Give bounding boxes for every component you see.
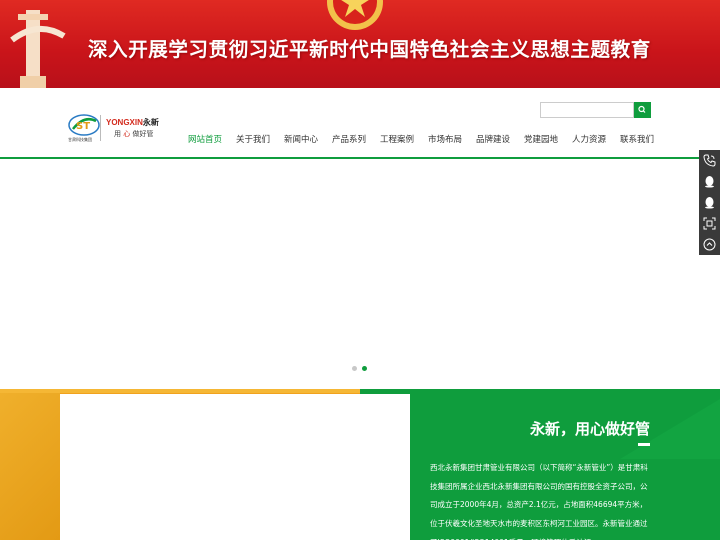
about-image-panel bbox=[60, 394, 410, 540]
about-title: 永新，用心做好管 bbox=[529, 420, 650, 438]
logo-group-name: 甘肃科技集团 bbox=[68, 137, 92, 142]
logo-tagline-heart: 心 bbox=[123, 130, 131, 138]
national-emblem-image bbox=[327, 0, 383, 30]
logo-divider bbox=[100, 115, 101, 141]
search-box bbox=[540, 102, 651, 118]
huabiao-pillar-image bbox=[10, 10, 66, 88]
logo-brand: YONGXIN永新 bbox=[106, 117, 159, 128]
logo-brand-en: YONGXIN bbox=[106, 118, 143, 127]
logo-tagline-post: 做好管 bbox=[132, 130, 154, 138]
svg-text:ST: ST bbox=[76, 121, 90, 132]
slider-dot[interactable] bbox=[362, 366, 367, 371]
search-button[interactable] bbox=[634, 102, 651, 118]
logo-mark-icon: ST bbox=[68, 114, 100, 136]
toolbar-phone-button[interactable] bbox=[699, 150, 720, 171]
logo-brand-cn: 永新 bbox=[142, 118, 159, 127]
top-banner: 深入开展学习贯彻习近平新时代中国特色社会主义思想主题教育 bbox=[0, 0, 720, 88]
logo-tagline: 用 心 做好管 bbox=[114, 129, 153, 139]
toolbar-qq-button-1[interactable] bbox=[699, 171, 720, 192]
logo-tagline-pre: 用 bbox=[114, 130, 121, 138]
phone-icon bbox=[703, 154, 716, 167]
nav-item-market[interactable]: 市场布局 bbox=[428, 133, 462, 145]
hero-slider[interactable] bbox=[0, 159, 720, 389]
nav-item-projects[interactable]: 工程案例 bbox=[380, 133, 414, 145]
qq-icon bbox=[705, 176, 714, 188]
search-input[interactable] bbox=[540, 102, 634, 118]
qq-icon bbox=[705, 197, 714, 209]
toolbar-qq-button-2[interactable] bbox=[699, 192, 720, 213]
about-decor-edge bbox=[0, 389, 360, 393]
nav-item-products[interactable]: 产品系列 bbox=[332, 133, 366, 145]
about-title-underline bbox=[638, 443, 650, 446]
site-logo[interactable]: ST 甘肃科技集团 YONGXIN永新 用 心 做好管 bbox=[66, 113, 176, 147]
nav-item-home[interactable]: 网站首页 bbox=[188, 133, 222, 145]
nav-item-about[interactable]: 关于我们 bbox=[236, 133, 270, 145]
slider-dot[interactable] bbox=[352, 366, 357, 371]
nav-item-brand[interactable]: 品牌建设 bbox=[476, 133, 510, 145]
nav-item-news[interactable]: 新闻中心 bbox=[284, 133, 318, 145]
nav-item-hr[interactable]: 人力资源 bbox=[572, 133, 606, 145]
toolbar-back-to-top-button[interactable] bbox=[699, 234, 720, 255]
back-to-top-icon bbox=[703, 238, 716, 251]
banner-slogan: 深入开展学习贯彻习近平新时代中国特色社会主义思想主题教育 bbox=[88, 38, 651, 61]
about-decor-stripe bbox=[0, 389, 60, 540]
search-icon bbox=[638, 105, 646, 113]
toolbar-qrcode-button[interactable] bbox=[699, 213, 720, 234]
nav-item-party[interactable]: 党建园地 bbox=[524, 133, 558, 145]
qrcode-icon bbox=[703, 217, 716, 230]
nav-item-contact[interactable]: 联系我们 bbox=[620, 133, 654, 145]
floating-toolbar bbox=[699, 150, 720, 255]
about-description: 西北永新集团甘肃管业有限公司（以下简称“永新管业”）是甘肃科技集团所属企业西北永… bbox=[430, 463, 648, 547]
